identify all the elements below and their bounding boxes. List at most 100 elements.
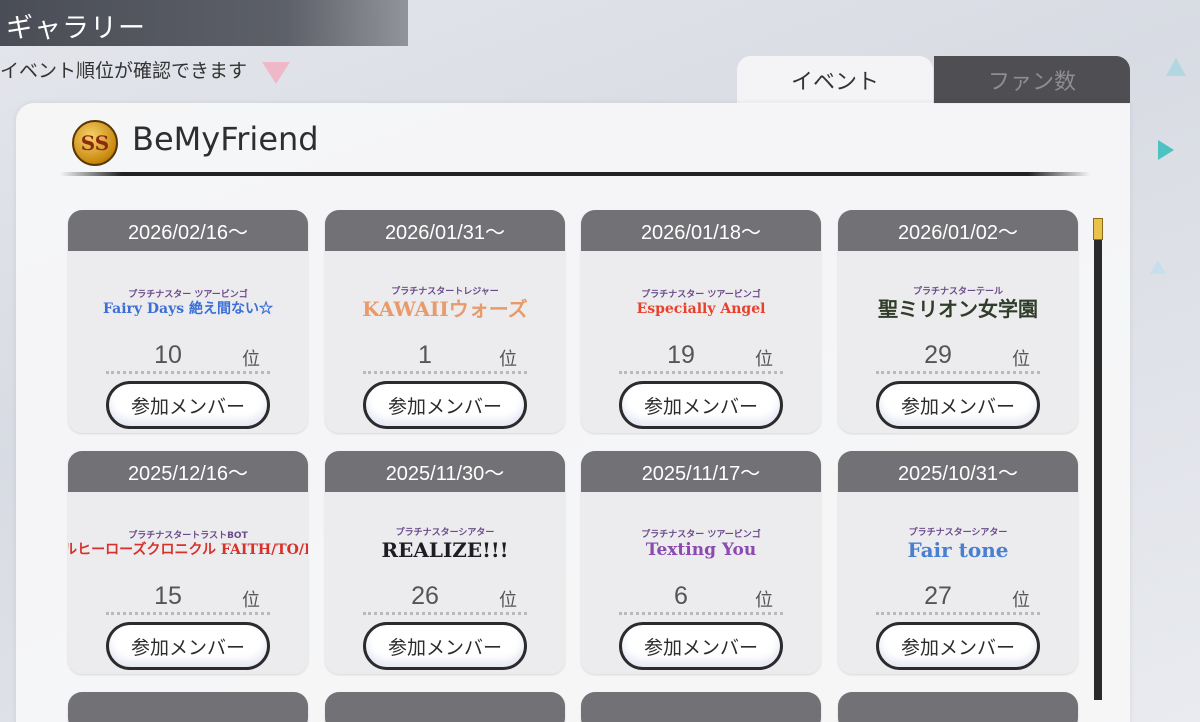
rank-unit: 位 [242, 349, 260, 370]
dotted-divider [619, 371, 783, 374]
participating-members-button[interactable]: 参加メンバー [619, 381, 783, 429]
event-date: 2026/01/02〜 [838, 210, 1078, 251]
rank-row: 26 位 [325, 582, 565, 614]
event-logo-title: Fairy Days 絶え間ない☆ [102, 301, 274, 318]
confetti-triangle [1150, 260, 1166, 274]
rank-row: 10 位 [68, 341, 308, 373]
event-logo-subtitle: プラチナスター ツアービンゴ [128, 290, 248, 301]
confetti-triangle [262, 62, 290, 84]
event-logo-title: KAWAIIウォーズ [362, 297, 528, 321]
rank-number: 10 [154, 341, 182, 369]
event-logo: プラチナスター ツアービンゴ Especially Angel [611, 259, 791, 345]
event-card: 2025/10/31〜 プラチナスターシアター Fair tone 27 位 参… [838, 451, 1078, 674]
event-card-body: プラチナスタートラストBOT アイドルヒーローズクロニクル FAITH/TO/F… [68, 492, 308, 674]
confetti-triangle [1166, 58, 1186, 76]
event-card: 2026/02/16〜 プラチナスター ツアービンゴ Fairy Days 絶え… [68, 210, 308, 433]
event-date: 2026/02/16〜 [68, 210, 308, 251]
event-logo: プラチナスタートラストBOT アイドルヒーローズクロニクル FAITH/TO/F… [68, 500, 308, 586]
event-date-partial [581, 692, 821, 722]
event-card-partial [581, 692, 821, 722]
event-card-body: プラチナスター ツアービンゴ Texting You 6 位 参加メンバー [581, 492, 821, 674]
participating-members-button[interactable]: 参加メンバー [106, 622, 270, 670]
event-logo: プラチナスターシアター Fair tone [868, 500, 1048, 586]
rank-number: 15 [154, 582, 182, 610]
rank-row: 15 位 [68, 582, 308, 614]
rank-number: 26 [411, 582, 439, 610]
event-card: 2026/01/18〜 プラチナスター ツアービンゴ Especially An… [581, 210, 821, 433]
ss-rank-badge-icon: SS [72, 120, 118, 166]
event-card-body: プラチナスターシアター REALIZE!!! 26 位 参加メンバー [325, 492, 565, 674]
scrollbar-thumb[interactable] [1093, 218, 1103, 240]
event-logo-subtitle: プラチナスター ツアービンゴ [641, 529, 761, 540]
header-bar: ギャラリー [0, 0, 408, 46]
participating-members-button[interactable]: 参加メンバー [619, 622, 783, 670]
event-logo-subtitle: プラチナスタートレジャー [391, 287, 499, 297]
event-card-body: プラチナスター ツアービンゴ Fairy Days 絶え間ない☆ 10 位 参加… [68, 251, 308, 433]
confetti-triangle [1158, 140, 1174, 160]
title-divider [60, 172, 1090, 176]
event-logo-subtitle: プラチナスタートラストBOT [128, 531, 248, 542]
event-card: 2025/12/16〜 プラチナスタートラストBOT アイドルヒーローズクロニク… [68, 451, 308, 674]
event-card-body: プラチナスターシアター Fair tone 27 位 参加メンバー [838, 492, 1078, 674]
rank-number: 27 [924, 582, 952, 610]
participating-members-button[interactable]: 参加メンバー [363, 381, 527, 429]
rank-unit: 位 [755, 349, 773, 370]
event-date: 2026/01/18〜 [581, 210, 821, 251]
participating-members-button[interactable]: 参加メンバー [106, 381, 270, 429]
rank-row: 6 位 [581, 582, 821, 614]
rank-unit: 位 [1012, 349, 1030, 370]
event-card-partial [838, 692, 1078, 722]
event-card: 2026/01/31〜 プラチナスタートレジャー KAWAIIウォーズ 1 位 … [325, 210, 565, 433]
tab-fan-count[interactable]: ファン数 [934, 56, 1130, 104]
event-card: 2026/01/02〜 プラチナスターテール 聖ミリオン女学園 29 位 参加メ… [838, 210, 1078, 433]
dotted-divider [363, 612, 527, 615]
event-logo-title: Fair tone [907, 538, 1009, 562]
event-logo-title: REALIZE!!! [381, 538, 509, 562]
page-title: ギャラリー [6, 13, 146, 44]
rank-number: 19 [667, 341, 695, 369]
tab-event[interactable]: イベント [737, 56, 933, 104]
rank-number: 29 [924, 341, 952, 369]
rank-unit: 位 [755, 590, 773, 611]
event-card-partial [68, 692, 308, 722]
event-logo-subtitle: プラチナスターシアター [395, 528, 495, 538]
event-logo: プラチナスター ツアービンゴ Fairy Days 絶え間ない☆ [98, 259, 278, 345]
event-logo-subtitle: プラチナスター ツアービンゴ [641, 290, 761, 301]
dotted-divider [106, 371, 270, 374]
dotted-divider [363, 371, 527, 374]
rank-number: 1 [418, 341, 432, 369]
rank-number: 6 [674, 582, 688, 610]
event-logo: プラチナスタートレジャー KAWAIIウォーズ [355, 259, 535, 345]
event-date: 2025/10/31〜 [838, 451, 1078, 492]
rank-row: 19 位 [581, 341, 821, 373]
rank-unit: 位 [242, 590, 260, 611]
rank-row: 29 位 [838, 341, 1078, 373]
event-logo-subtitle: プラチナスターシアター [908, 528, 1008, 538]
rank-unit: 位 [1012, 590, 1030, 611]
participating-members-button[interactable]: 参加メンバー [876, 622, 1040, 670]
event-card-body: プラチナスタートレジャー KAWAIIウォーズ 1 位 参加メンバー [325, 251, 565, 433]
event-date-partial [325, 692, 565, 722]
event-card: 2025/11/17〜 プラチナスター ツアービンゴ Texting You 6… [581, 451, 821, 674]
event-logo: プラチナスターテール 聖ミリオン女学園 [868, 259, 1048, 345]
event-logo-title: アイドルヒーローズクロニクル FAITH/TO/FAITH [68, 542, 308, 559]
rank-row: 1 位 [325, 341, 565, 373]
event-logo-subtitle: プラチナスターテール [912, 287, 1003, 297]
scrollbar-track[interactable] [1094, 218, 1102, 700]
dotted-divider [106, 612, 270, 615]
event-logo: プラチナスター ツアービンゴ Texting You [611, 500, 791, 586]
participating-members-button[interactable]: 参加メンバー [876, 381, 1040, 429]
event-card-partial [325, 692, 565, 722]
event-date: 2025/11/17〜 [581, 451, 821, 492]
event-card-body: プラチナスターテール 聖ミリオン女学園 29 位 参加メンバー [838, 251, 1078, 433]
rank-row: 27 位 [838, 582, 1078, 614]
event-date: 2025/11/30〜 [325, 451, 565, 492]
event-date: 2026/01/31〜 [325, 210, 565, 251]
dotted-divider [619, 612, 783, 615]
page-subtitle: イベント順位が確認できます [0, 60, 248, 82]
participating-members-button[interactable]: 参加メンバー [363, 622, 527, 670]
event-logo-title: Especially Angel [636, 301, 766, 318]
event-date: 2025/12/16〜 [68, 451, 308, 492]
event-card: 2025/11/30〜 プラチナスターシアター REALIZE!!! 26 位 … [325, 451, 565, 674]
event-logo: プラチナスターシアター REALIZE!!! [355, 500, 535, 586]
